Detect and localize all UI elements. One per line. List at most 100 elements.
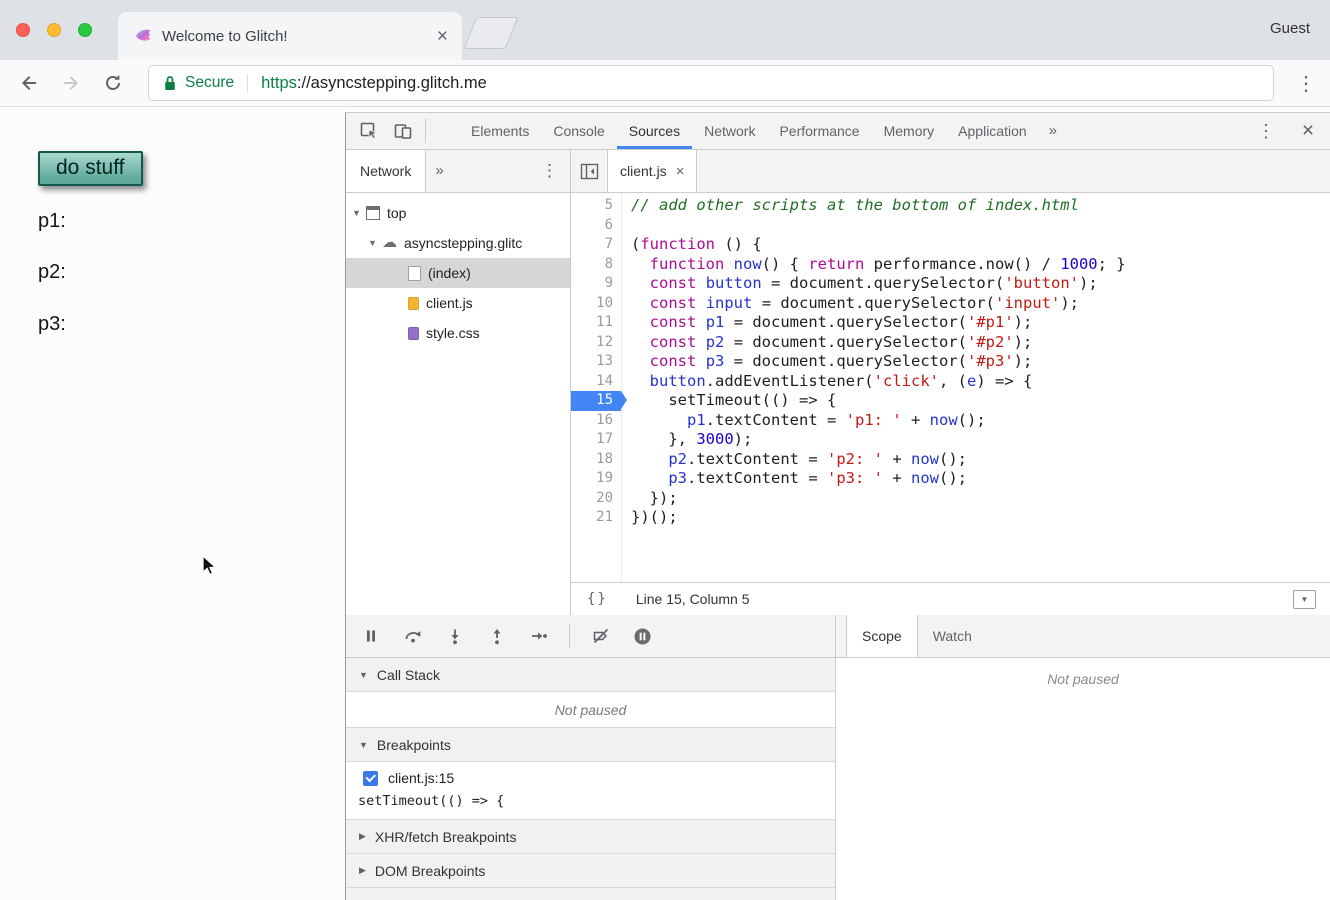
global-listeners-title: Global Listeners	[375, 897, 476, 900]
status-dropdown-icon[interactable]: ▼	[1293, 590, 1316, 609]
line-number[interactable]: 21	[571, 508, 621, 528]
breakpoints-title: Breakpoints	[377, 737, 451, 753]
code-line-10: 10 const input = document.querySelector(…	[571, 294, 1330, 314]
minimize-window-button[interactable]	[47, 23, 61, 37]
code-line-5: 5// add other scripts at the bottom of i…	[571, 196, 1330, 216]
line-number[interactable]: 16	[571, 411, 621, 431]
global-listeners-section-header[interactable]: ▶ Global Listeners	[346, 888, 835, 900]
devtools-tab-elements[interactable]: Elements	[459, 113, 541, 149]
tab-scope[interactable]: Scope	[846, 615, 918, 657]
tree-item-label: (index)	[428, 265, 471, 281]
step-out-button[interactable]	[480, 620, 513, 653]
browser-tab[interactable]: Welcome to Glitch! ×	[118, 12, 462, 60]
secure-label: Secure	[185, 74, 234, 92]
line-number[interactable]: 12	[571, 333, 621, 353]
back-icon	[19, 73, 39, 93]
code-line-8: 8 function now() { return performance.no…	[571, 255, 1330, 275]
inspect-element-button[interactable]	[352, 113, 386, 149]
tree-expand-icon[interactable]: ▼	[352, 208, 366, 218]
line-number[interactable]: 17	[571, 430, 621, 450]
more-tabs-icon[interactable]: »	[1039, 113, 1067, 149]
device-toolbar-button[interactable]	[386, 113, 420, 149]
code-editor-body[interactable]: 5// add other scripts at the bottom of i…	[571, 193, 1330, 582]
do-stuff-button[interactable]: do stuff	[38, 151, 143, 186]
back-button[interactable]	[8, 73, 50, 93]
browser-tab-strip: Welcome to Glitch! × Guest	[0, 0, 1330, 60]
reload-icon	[103, 73, 123, 93]
breakpoint-checkbox[interactable]	[363, 771, 378, 786]
profile-label[interactable]: Guest	[1270, 20, 1310, 37]
dom-breakpoints-section-header[interactable]: ▶ DOM Breakpoints	[346, 854, 835, 888]
line-number[interactable]: 7	[571, 235, 621, 255]
pause-on-exceptions-button[interactable]	[626, 620, 659, 653]
line-number[interactable]: 19	[571, 469, 621, 489]
devtools-tab-memory[interactable]: Memory	[872, 113, 947, 149]
line-number[interactable]: 6	[571, 216, 621, 236]
line-number[interactable]: 5	[571, 196, 621, 216]
step-button[interactable]	[522, 620, 555, 653]
forward-button[interactable]	[50, 73, 92, 93]
navigator-menu-icon[interactable]: ⋮	[529, 150, 570, 192]
pause-script-button[interactable]	[354, 620, 387, 653]
line-number[interactable]: 13	[571, 352, 621, 372]
url-text[interactable]: https://asyncstepping.glitch.me	[261, 74, 487, 93]
tree-item-style-css[interactable]: style.css	[346, 318, 570, 348]
line-number[interactable]: 11	[571, 313, 621, 333]
tree-item-top[interactable]: ▼top	[346, 198, 570, 228]
zoom-window-button[interactable]	[78, 23, 92, 37]
breakpoints-section-header[interactable]: ▼ Breakpoints	[346, 728, 835, 762]
sources-navigator: Network » ⋮ ▼top▼☁asyncstepping.glitc (in…	[346, 150, 571, 615]
close-window-button[interactable]	[16, 23, 30, 37]
devtools-tab-performance[interactable]: Performance	[767, 113, 871, 149]
pause-on-exceptions-icon	[633, 627, 652, 646]
stylesheet-icon	[408, 327, 419, 340]
forward-icon	[61, 73, 81, 93]
tab-watch[interactable]: Watch	[918, 615, 987, 657]
editor-tab-bar: client.js ×	[571, 150, 1330, 193]
breakpoint-line-number[interactable]: 15	[571, 391, 621, 411]
navigator-more-tabs-icon[interactable]: »	[426, 150, 452, 192]
xhr-breakpoints-section-header[interactable]: ▶ XHR/fetch Breakpoints	[346, 820, 835, 854]
step-into-icon	[446, 627, 464, 645]
devtools-menu-icon[interactable]: ⋮	[1246, 121, 1286, 142]
tree-expand-icon[interactable]: ▼	[368, 238, 382, 248]
tree-item-client-js[interactable]: client.js	[346, 288, 570, 318]
line-number[interactable]: 20	[571, 489, 621, 509]
tree-item-asyncstepping-glitc[interactable]: ▼☁asyncstepping.glitc	[346, 228, 570, 258]
navigator-tab-network[interactable]: Network	[346, 150, 426, 192]
line-number[interactable]: 9	[571, 274, 621, 294]
window-controls	[16, 23, 92, 37]
breakpoint-entry[interactable]: client.js:15 setTimeout(() => {	[346, 762, 835, 820]
sources-lower-area: ▼ Call Stack Not paused ▼ Breakpoints cl…	[346, 615, 1330, 900]
step-over-icon	[404, 627, 422, 645]
deactivate-breakpoints-button[interactable]	[584, 620, 617, 653]
reload-button[interactable]	[92, 73, 134, 93]
close-devtools-icon[interactable]: ×	[1286, 119, 1330, 143]
devtools-tab-application[interactable]: Application	[946, 113, 1039, 149]
call-stack-title: Call Stack	[377, 667, 440, 683]
devtools-tab-sources[interactable]: Sources	[617, 113, 692, 149]
line-number[interactable]: 10	[571, 294, 621, 314]
call-stack-status: Not paused	[346, 692, 835, 728]
step-into-button[interactable]	[438, 620, 471, 653]
editor-tab-close-icon[interactable]: ×	[676, 163, 685, 180]
line-number[interactable]: 18	[571, 450, 621, 470]
pretty-print-icon[interactable]: {}	[587, 591, 608, 607]
toggle-navigator-button[interactable]	[571, 150, 607, 192]
step-over-button[interactable]	[396, 620, 429, 653]
devtools-tab-network[interactable]: Network	[692, 113, 767, 149]
toolbar-divider	[425, 119, 426, 143]
line-number[interactable]: 8	[571, 255, 621, 275]
tree-item-index[interactable]: (index)	[346, 258, 570, 288]
call-stack-section-header[interactable]: ▼ Call Stack	[346, 658, 835, 692]
address-bar[interactable]: Secure https://asyncstepping.glitch.me	[148, 65, 1274, 101]
breakpoint-code-preview: setTimeout(() => {	[346, 793, 835, 809]
code-line-21: 21})();	[571, 508, 1330, 528]
editor-tab-clientjs[interactable]: client.js ×	[608, 150, 697, 192]
tab-close-icon[interactable]: ×	[437, 27, 448, 46]
new-tab-button[interactable]	[464, 17, 519, 49]
browser-menu-icon[interactable]: ⋮	[1282, 71, 1330, 96]
step-icon	[530, 627, 548, 645]
line-number[interactable]: 14	[571, 372, 621, 392]
devtools-tab-console[interactable]: Console	[541, 113, 616, 149]
